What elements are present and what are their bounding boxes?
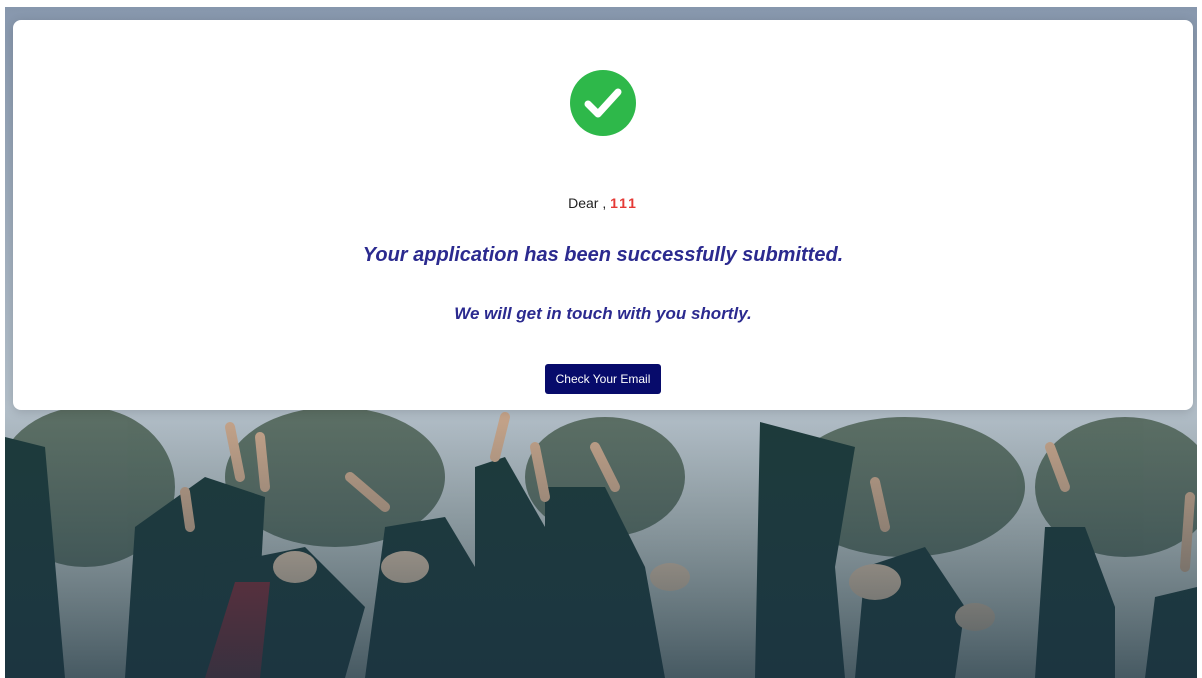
confirmation-card: Dear , 111 Your application has been suc… xyxy=(13,20,1193,410)
greeting: Dear , 111 xyxy=(13,195,1193,211)
follow-up-message: We will get in touch with you shortly. xyxy=(454,304,752,323)
greeting-prefix: Dear , xyxy=(568,195,607,211)
applicant-name: 111 xyxy=(610,195,638,211)
check-circle-icon xyxy=(570,70,636,136)
success-headline: Your application has been successfully s… xyxy=(362,244,844,266)
check-email-button[interactable]: Check Your Email xyxy=(545,364,661,394)
page-background: Dear , 111 Your application has been suc… xyxy=(5,7,1197,678)
